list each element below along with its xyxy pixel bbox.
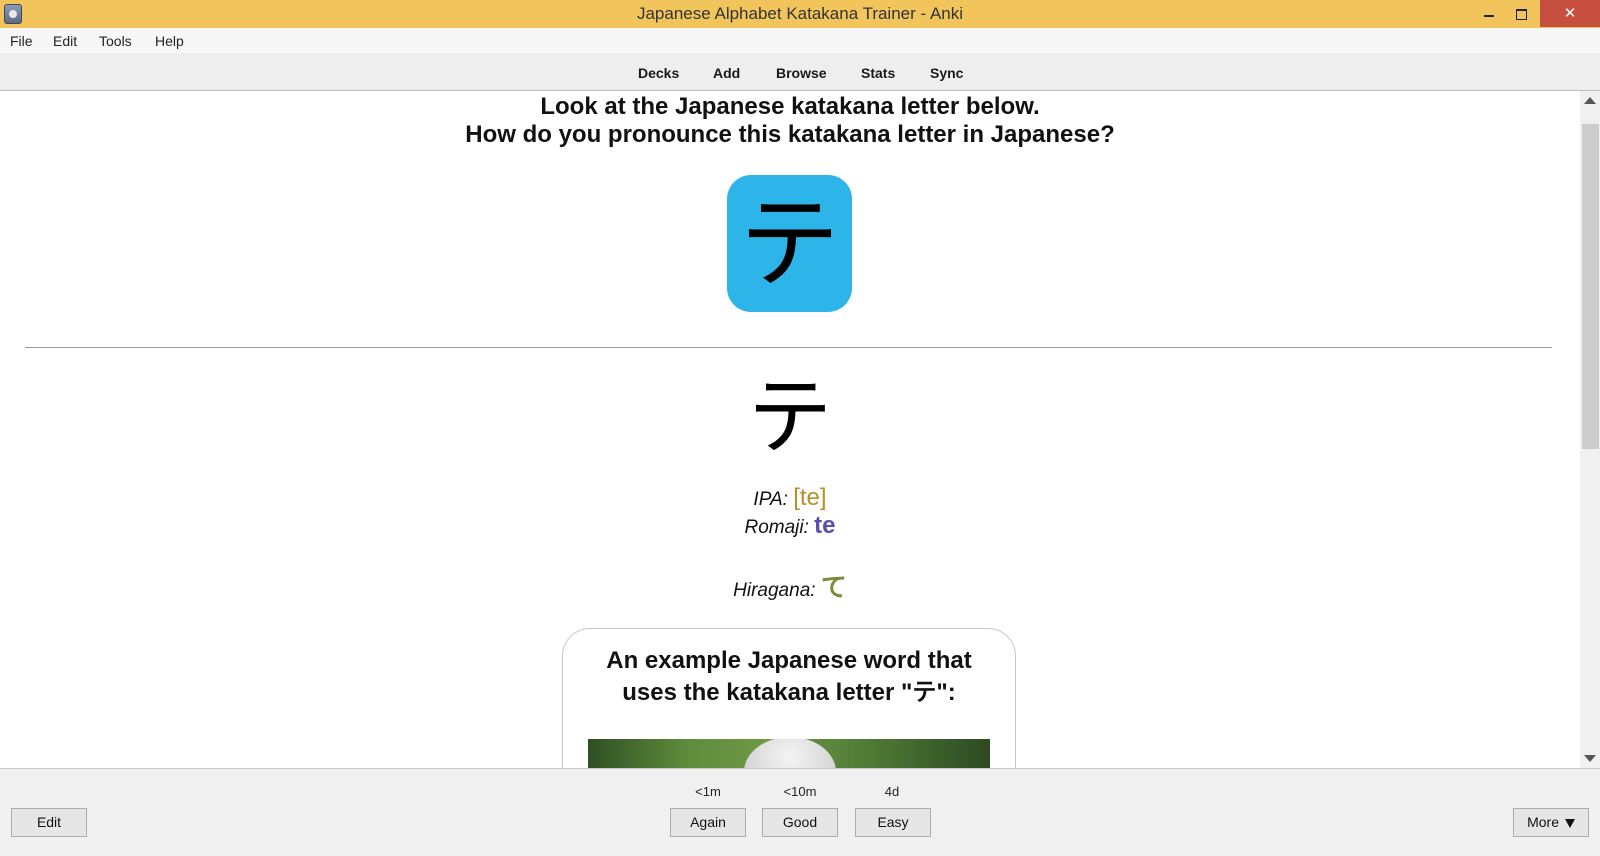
menu-help[interactable]: Help (155, 33, 184, 49)
example-title: An example Japanese word that uses the k… (563, 645, 1015, 709)
minimize-button[interactable] (1476, 0, 1502, 27)
maximize-button[interactable] (1508, 0, 1534, 27)
vertical-scrollbar[interactable] (1580, 91, 1600, 768)
window-title: Japanese Alphabet Katakana Trainer - Ank… (636, 4, 964, 23)
romaji-label: Romaji: (744, 517, 809, 538)
more-label: More (1527, 814, 1559, 830)
romaji-value: te (814, 512, 836, 539)
question-line-1: Look at the Japanese katakana letter bel… (540, 93, 1040, 120)
scroll-thumb[interactable] (1582, 124, 1599, 449)
main-toolbar: Decks Add Browse Stats Sync (0, 53, 1600, 91)
again-button[interactable]: Again (670, 808, 746, 837)
ipa-label: IPA: (753, 489, 788, 510)
example-title-line-1: An example Japanese word that (606, 647, 972, 674)
scroll-down-arrow-icon[interactable] (1584, 755, 1596, 762)
menu-edit[interactable]: Edit (53, 33, 77, 49)
photo-subject (744, 739, 836, 768)
edit-button[interactable]: Edit (11, 808, 87, 837)
card-view[interactable]: Look at the Japanese katakana letter bel… (0, 91, 1580, 768)
close-icon: ✕ (1563, 5, 1577, 22)
kana-tile-image: テ (727, 175, 852, 312)
dropdown-triangle-icon (1564, 818, 1575, 828)
scroll-up-arrow-icon[interactable] (1584, 97, 1596, 104)
good-interval: <10m (783, 784, 817, 799)
menu-bar: File Edit Tools Help (0, 28, 1600, 53)
minimize-icon (1484, 15, 1494, 18)
hiragana-value: て (820, 573, 847, 603)
romaji-line: Romaji: te (0, 512, 1580, 540)
hiragana-line: Hiragana: て (0, 567, 1580, 604)
more-button[interactable]: More (1513, 808, 1589, 837)
answer-divider (25, 347, 1552, 348)
example-word-box: An example Japanese word that uses the k… (562, 628, 1016, 768)
hiragana-label: Hiragana: (733, 580, 816, 601)
toolbar-stats[interactable]: Stats (861, 65, 895, 81)
question-line-2: How do you pronounce this katakana lette… (465, 121, 1115, 148)
menu-tools[interactable]: Tools (99, 33, 132, 49)
toolbar-add[interactable]: Add (713, 65, 740, 81)
easy-interval: 4d (884, 784, 900, 799)
menu-file[interactable]: File (10, 33, 33, 49)
ipa-line: IPA: [te] (0, 484, 1580, 512)
close-button[interactable]: ✕ (1540, 0, 1600, 27)
answer-kana: テ (747, 368, 832, 466)
toolbar-browse[interactable]: Browse (776, 65, 827, 81)
example-photo (588, 739, 990, 768)
again-interval: <1m (695, 784, 721, 799)
restore-icon (1515, 8, 1527, 20)
easy-button[interactable]: Easy (855, 808, 931, 837)
title-bar: Japanese Alphabet Katakana Trainer - Ank… (0, 0, 1600, 29)
toolbar-decks[interactable]: Decks (638, 65, 679, 81)
toolbar-sync[interactable]: Sync (930, 65, 963, 81)
answer-bar: Edit <1m <10m 4d Again Good Easy More (0, 768, 1600, 856)
ipa-value: [te] (793, 484, 827, 511)
good-button[interactable]: Good (762, 808, 838, 837)
example-title-line-2: uses the katakana letter "テ": (622, 679, 956, 706)
